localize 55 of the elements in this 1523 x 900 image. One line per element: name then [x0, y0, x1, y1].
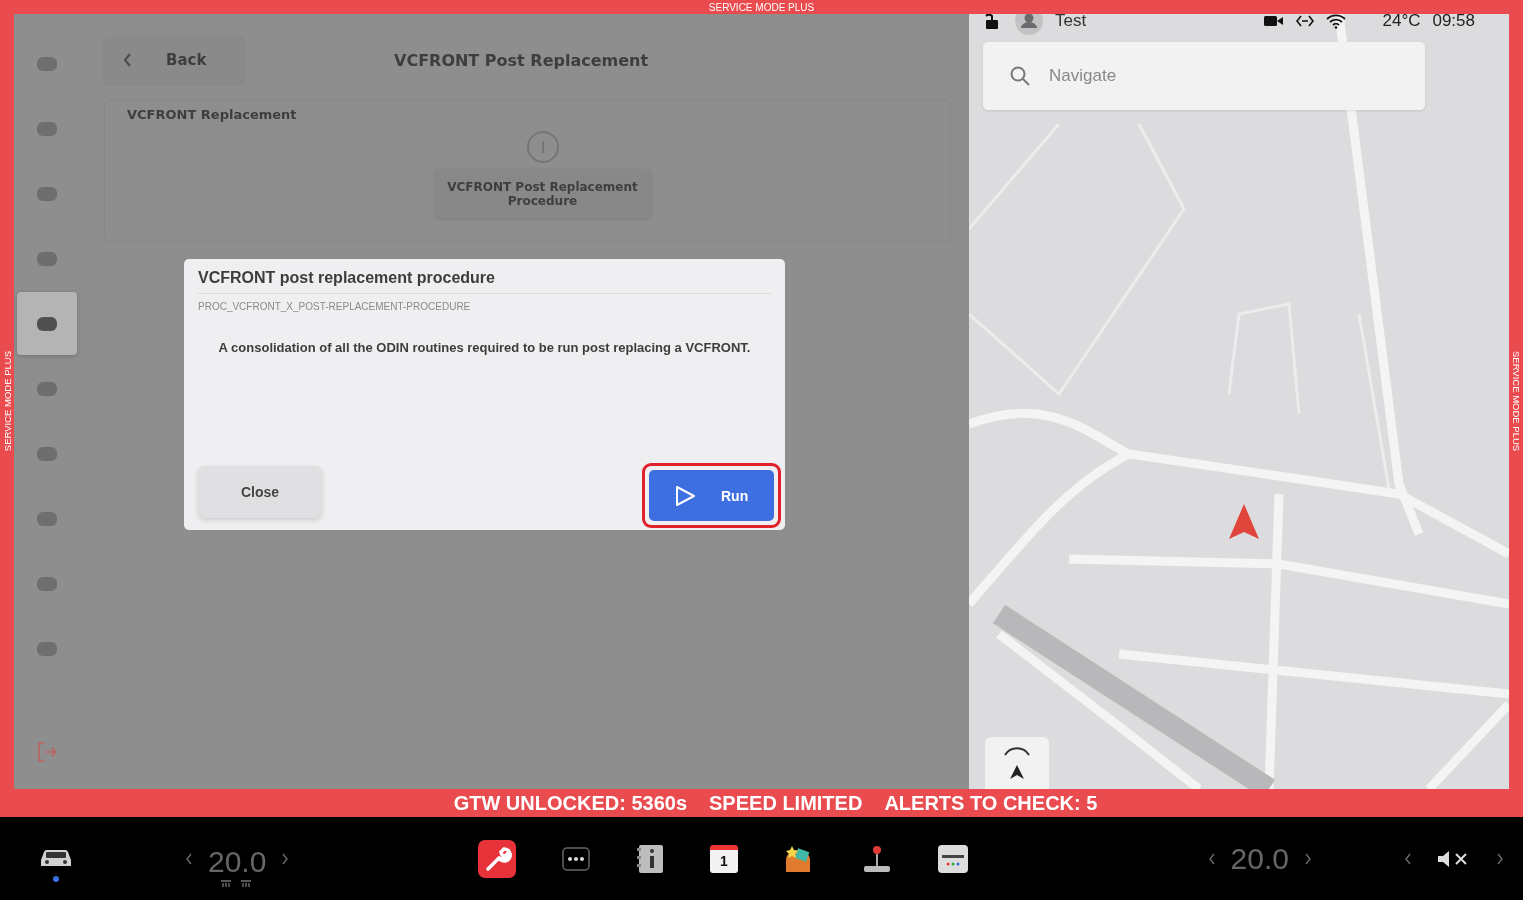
procedure-button[interactable]: VCFRONT Post Replacement Procedure — [435, 170, 650, 218]
run-button[interactable]: Run — [649, 470, 774, 521]
blurred-icon — [37, 316, 57, 331]
side-banner-text: SERVICE MODE PLUS — [1510, 351, 1522, 452]
blurred-icon — [37, 186, 57, 201]
chevron-right-icon[interactable] — [1495, 851, 1505, 866]
chevron-left-icon[interactable] — [1403, 851, 1413, 866]
blurred-icon — [37, 121, 57, 136]
side-banner-text: SERVICE MODE PLUS — [1, 351, 13, 452]
position-arrow-icon — [1229, 504, 1259, 539]
blurred-icon — [37, 251, 57, 266]
avatar-icon[interactable] — [1015, 14, 1043, 35]
chevron-left-icon[interactable] — [1206, 851, 1217, 866]
active-dot — [53, 875, 59, 882]
passenger-temperature[interactable]: 20.0 — [1230, 841, 1289, 876]
alert-text: ALERTS TO CHECK: 5 — [884, 791, 1098, 815]
blurred-icon — [37, 511, 57, 526]
navigate-search-field[interactable]: Navigate — [983, 42, 1425, 110]
blurred-icon — [37, 381, 57, 396]
alert-text: GTW UNLOCKED: 5360s — [453, 791, 687, 815]
clock-time: 09:58 — [1432, 14, 1475, 31]
user-name[interactable]: Test — [1055, 14, 1087, 31]
blurred-icon — [37, 576, 57, 591]
wifi-icon[interactable] — [1326, 14, 1347, 29]
chevron-left-icon[interactable] — [184, 851, 194, 866]
more-dots-icon[interactable] — [562, 846, 590, 871]
card-terminal-icon[interactable] — [938, 844, 968, 873]
chevron-left-icon — [122, 52, 132, 68]
video-camera-icon[interactable] — [1264, 14, 1285, 28]
play-icon — [673, 483, 697, 508]
dialog-title: VCFRONT post replacement procedure — [198, 269, 771, 294]
chevron-right-icon[interactable] — [280, 851, 291, 866]
blurred-icon — [37, 641, 57, 656]
search-icon — [1009, 65, 1031, 87]
manual-icon[interactable] — [636, 843, 664, 874]
section-title: VCFRONT Replacement — [127, 107, 298, 122]
close-button[interactable]: Close — [198, 466, 322, 518]
procedure-code: PROC_VCFRONT_X_POST-REPLACEMENT-PROCEDURE — [198, 301, 472, 312]
sidebar-item[interactable] — [17, 292, 77, 355]
blurred-icon — [37, 56, 57, 71]
calendar-app-icon[interactable]: 1 — [710, 844, 738, 873]
dialog-description: A consolidation of all the ODIN routines required to be run post replacing a VCFRONT. — [217, 340, 752, 355]
outside-temperature: 24°C — [1382, 14, 1421, 31]
driver-temperature[interactable]: 20.0 — [208, 844, 267, 879]
joystick-icon[interactable] — [862, 843, 892, 874]
alert-text: SPEED LIMITED — [709, 791, 863, 815]
back-button[interactable]: Back — [104, 37, 244, 83]
info-icon — [525, 130, 560, 164]
compass-button[interactable] — [985, 737, 1049, 789]
blurred-icon — [37, 446, 57, 461]
banner-text: SERVICE MODE PLUS — [708, 1, 815, 13]
chevron-right-icon[interactable] — [1303, 851, 1313, 866]
wrench-app-icon[interactable] — [478, 839, 516, 878]
code-brackets-icon[interactable] — [1296, 14, 1315, 28]
page-title: VCFRONT Post Replacement — [394, 50, 649, 70]
